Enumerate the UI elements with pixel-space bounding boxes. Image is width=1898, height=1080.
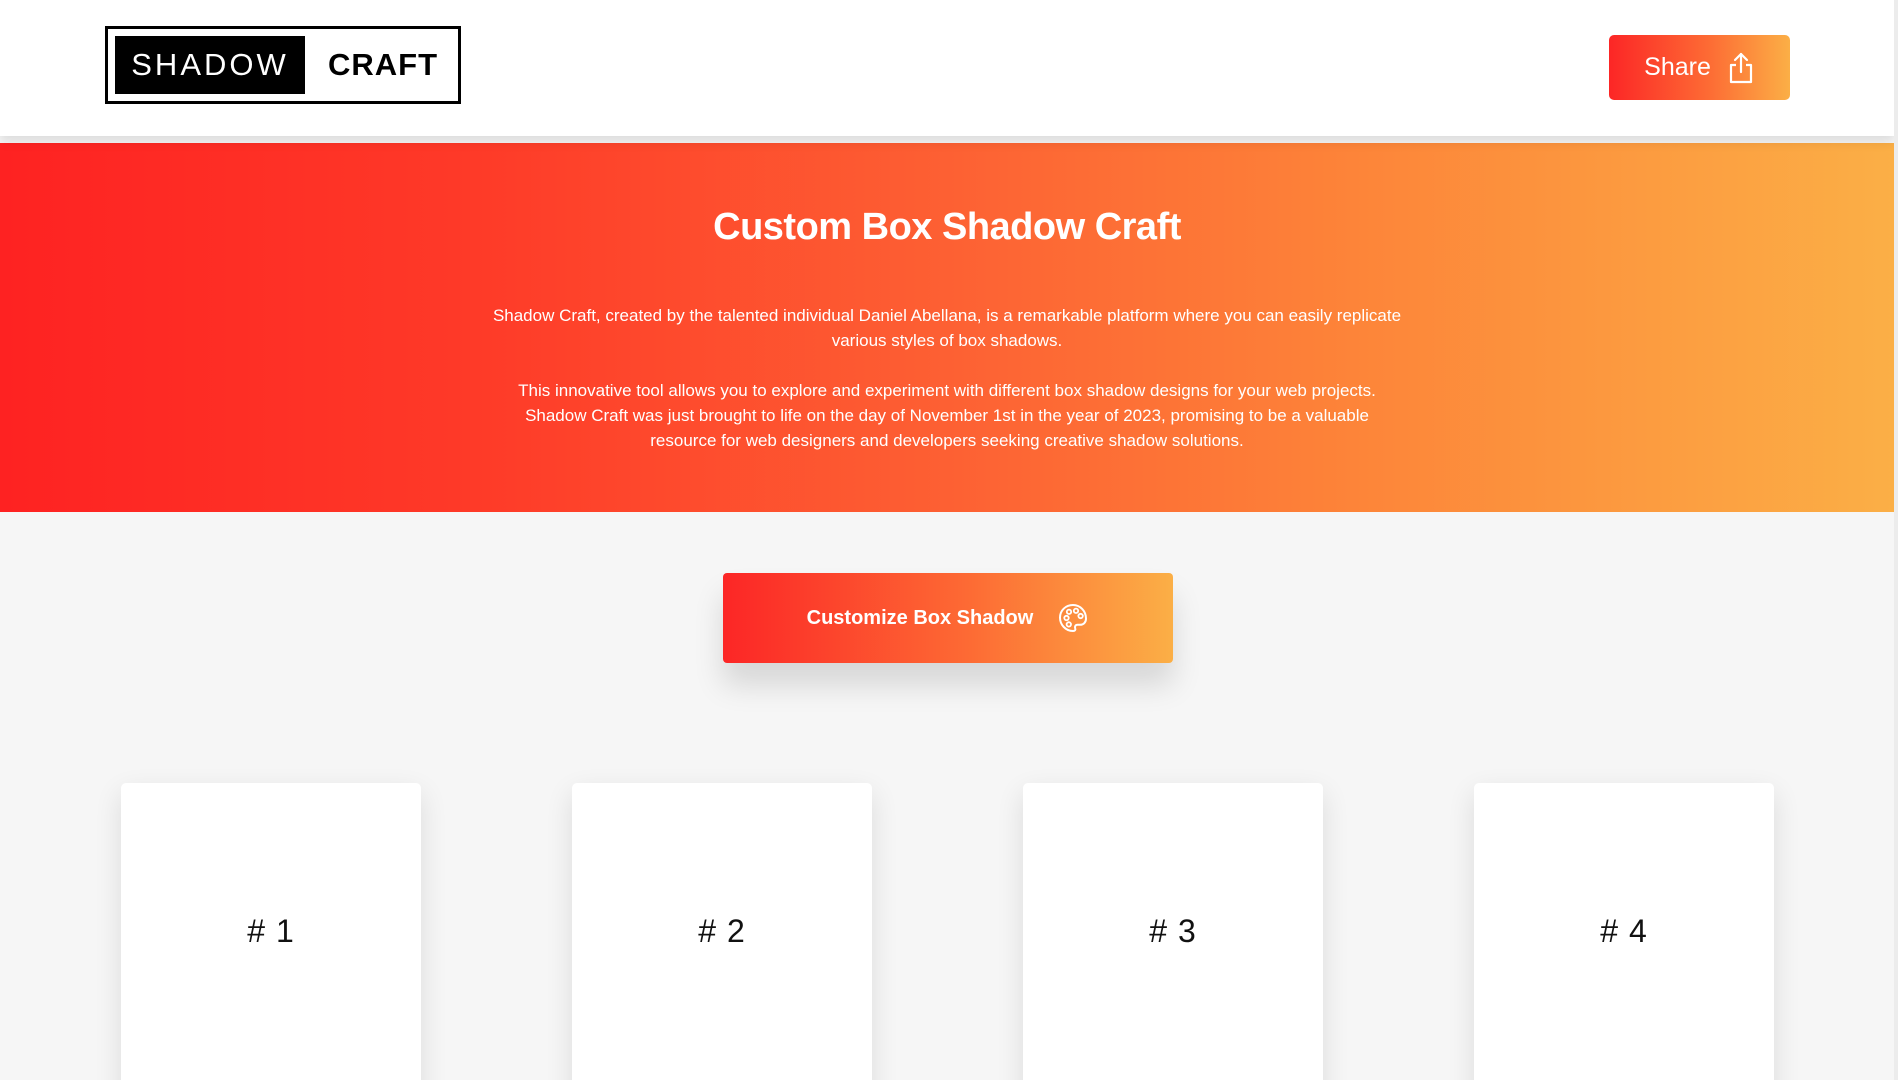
card-label: # 2 [698,913,746,949]
shadow-card[interactable]: # 4 [1474,783,1774,1080]
share-button[interactable]: Share [1609,35,1790,100]
share-icon [1727,51,1755,85]
shadow-card[interactable]: # 3 [1023,783,1323,1080]
hero-description-2: This innovative tool allows you to explo… [518,381,1376,450]
share-label: Share [1644,53,1711,81]
card-label: # 3 [1149,913,1197,949]
scrollbar[interactable] [1894,0,1898,1080]
site-header: SHADOW CRAFT Share [0,0,1894,136]
logo-dark-part: SHADOW [115,36,305,94]
customize-label: Customize Box Shadow [806,606,1034,629]
hero-description-1: Shadow Craft, created by the talented in… [492,306,1402,350]
hero-banner: Custom Box Shadow Craft Shadow Craft, cr… [0,143,1894,512]
palette-icon [1057,602,1089,634]
shadow-card[interactable]: # 2 [572,783,872,1080]
page-title: Custom Box Shadow Craft [713,206,1181,248]
page: SHADOW CRAFT Share Custom Box Shadow Cra… [0,0,1898,1080]
shadow-card[interactable]: # 1 [121,783,421,1080]
logo-light-part: CRAFT [327,47,439,82]
card-label: # 4 [1600,913,1648,949]
card-label: # 1 [247,913,295,949]
customize-box-shadow-button[interactable]: Customize Box Shadow [723,573,1173,663]
logo[interactable]: SHADOW CRAFT [105,26,461,104]
